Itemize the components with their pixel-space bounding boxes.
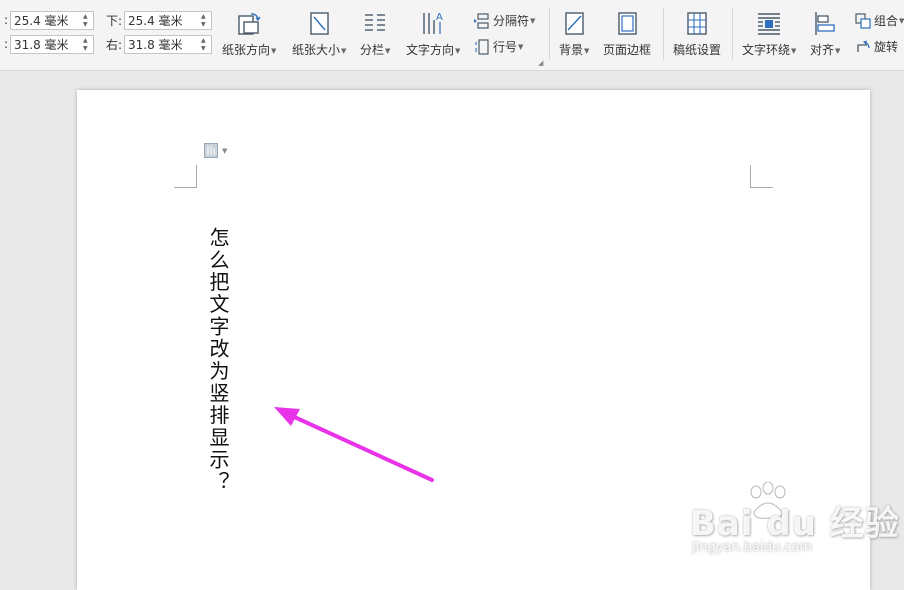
baidu-jingyan-watermark: Bai du 经验 jingyan.baidu.com (690, 482, 899, 572)
watermark-brand: Bai du 经验 (690, 504, 900, 544)
arrow-shaft (288, 413, 434, 482)
watermark-url: jingyan.baidu.com (692, 540, 812, 555)
